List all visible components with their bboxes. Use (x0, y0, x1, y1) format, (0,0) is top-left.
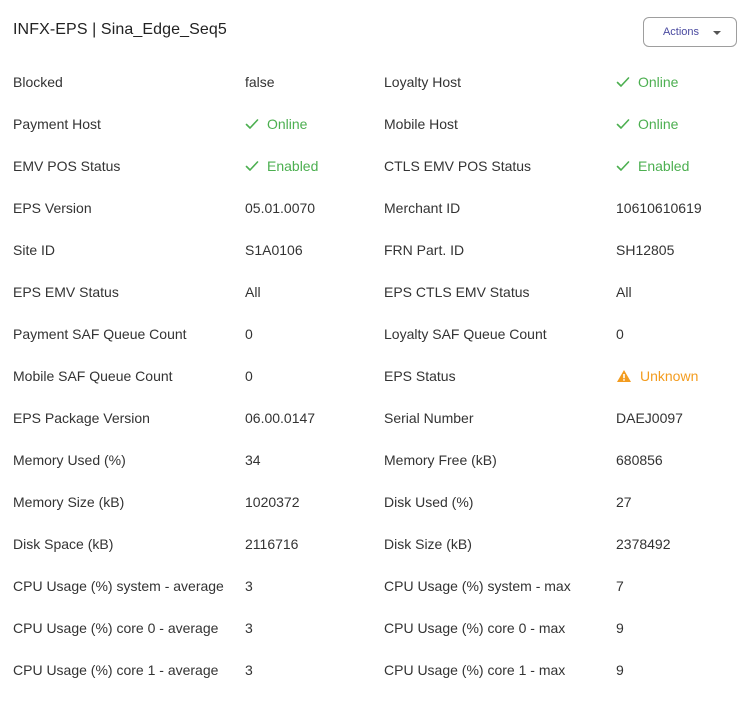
value-cpu-usage-core-0-max: 9 (616, 620, 624, 636)
label-cpu-usage-core-1-average: CPU Usage (%) core 1 - average (13, 662, 219, 678)
value-frn-part-id: SH12805 (616, 242, 675, 258)
value-ctls-emv-pos-status: Enabled (616, 145, 689, 187)
label-disk-size-kb: Disk Size (kB) (384, 536, 472, 552)
value-blocked: false (245, 74, 275, 90)
property-row: EPS Version 05.01.0070 Merchant ID 10610610… (0, 187, 750, 229)
check-icon (245, 119, 259, 129)
label-disk-space-kb: Disk Space (kB) (13, 536, 114, 552)
label-memory-free-kb: Memory Free (kB) (384, 452, 497, 468)
property-row: Payment Host Online Mobile Host Online (0, 103, 750, 145)
chevron-down-icon (713, 30, 722, 35)
label-blocked: Blocked (13, 74, 63, 90)
value-loyalty-host: Online (616, 61, 678, 103)
label-eps-version: EPS Version (13, 200, 92, 216)
label-cpu-usage-core-1-max: CPU Usage (%) core 1 - max (384, 662, 566, 678)
property-row: Memory Size (kB) 1020372 Disk Used (%) 27 (0, 481, 750, 523)
value-eps-emv-status: All (245, 284, 261, 300)
status-text: Enabled (267, 158, 319, 174)
label-ctls-emv-pos-status: CTLS EMV POS Status (384, 158, 532, 174)
label-cpu-usage-system-max: CPU Usage (%) system - max (384, 578, 571, 594)
property-row: EPS EMV Status All EPS CTLS EMV Status All (0, 271, 750, 313)
value-memory-size-kb: 1020372 (245, 494, 300, 510)
value-loyalty-saf-queue-count: 0 (616, 326, 624, 342)
property-row: Blocked false Loyalty Host Online (0, 61, 750, 103)
value-eps-version: 05.01.0070 (245, 200, 316, 216)
property-row: EMV POS Status Enabled CTLS EMV POS Status… (0, 145, 750, 187)
label-mobile-host: Mobile Host (384, 116, 458, 132)
status-ok: Online (245, 103, 307, 145)
check-icon (245, 161, 259, 171)
label-serial-number: Serial Number (384, 410, 474, 426)
value-cpu-usage-core-1-max: 9 (616, 662, 624, 678)
property-row: Mobile SAF Queue Count 0 EPS Status Unknown (0, 355, 750, 397)
property-row: CPU Usage (%) system - average 3 CPU Usage… (0, 565, 750, 607)
label-cpu-usage-system-average: CPU Usage (%) system - average (13, 578, 224, 594)
label-merchant-id: Merchant ID (384, 200, 461, 216)
value-cpu-usage-core-1-average: 3 (245, 662, 253, 678)
status-ok: Online (616, 103, 678, 145)
label-frn-part-id: FRN Part. ID (384, 242, 465, 258)
label-payment-host: Payment Host (13, 116, 101, 132)
property-row: Site ID S1A0106 FRN Part. ID SH12805 (0, 229, 750, 271)
status-text: Online (638, 116, 679, 132)
property-row: CPU Usage (%) core 0 - average 3 CPU Usage… (0, 607, 750, 649)
label-memory-used: Memory Used (%) (13, 452, 126, 468)
label-eps-status: EPS Status (384, 368, 456, 384)
warning-icon (617, 370, 631, 382)
value-cpu-usage-system-max: 7 (616, 578, 624, 594)
value-eps-package-version: 06.00.0147 (245, 410, 316, 426)
label-loyalty-host: Loyalty Host (384, 74, 462, 90)
status-warning: Unknown (616, 355, 698, 397)
value-site-id: S1A0106 (245, 242, 303, 258)
label-mobile-saf-queue-count: Mobile SAF Queue Count (13, 368, 173, 384)
property-row: Memory Used (%) 34 Memory Free (kB) 680856 (0, 439, 750, 481)
value-disk-space-kb: 2116716 (245, 536, 299, 552)
label-eps-ctls-emv-status: EPS CTLS EMV Status (384, 284, 530, 300)
value-payment-saf-queue-count: 0 (245, 326, 253, 342)
value-disk-used: 27 (616, 494, 632, 510)
detail-header: INFX-EPS | Sina_Edge_Seq5 Actions (0, 0, 750, 64)
properties-grid: Blocked false Loyalty Host Online Payment Ho… (0, 61, 750, 691)
status-ok: Enabled (616, 145, 689, 187)
value-cpu-usage-core-0-average: 3 (245, 620, 253, 636)
label-payment-saf-queue-count: Payment SAF Queue Count (13, 326, 187, 342)
property-row: Disk Space (kB) 2116716 Disk Size (kB) 2378… (0, 523, 750, 565)
check-icon (616, 119, 630, 129)
actions-button[interactable]: Actions (643, 17, 737, 47)
property-row: CPU Usage (%) core 1 - average 3 CPU Usage… (0, 649, 750, 691)
property-row: Payment SAF Queue Count 0 Loyalty SAF Queu… (0, 313, 750, 355)
value-memory-used: 34 (245, 452, 261, 468)
value-eps-ctls-emv-status: All (616, 284, 632, 300)
label-cpu-usage-core-0-average: CPU Usage (%) core 0 - average (13, 620, 219, 636)
actions-button-label: Actions (662, 26, 700, 38)
status-text: Online (267, 116, 308, 132)
value-mobile-host: Online (616, 103, 678, 145)
page-title: INFX-EPS | Sina_Edge_Seq5 (13, 21, 227, 38)
label-disk-used: Disk Used (%) (384, 494, 474, 510)
value-eps-status: Unknown (616, 355, 698, 397)
label-memory-size-kb: Memory Size (kB) (13, 494, 125, 510)
label-eps-emv-status: EPS EMV Status (13, 284, 119, 300)
label-eps-package-version: EPS Package Version (13, 410, 150, 426)
status-text: Enabled (638, 158, 690, 174)
value-emv-pos-status: Enabled (245, 145, 318, 187)
value-serial-number: DAEJ0097 (616, 410, 683, 426)
value-merchant-id: 10610610619 (616, 200, 702, 216)
status-ok: Online (616, 61, 678, 103)
status-ok: Enabled (245, 145, 318, 187)
check-icon (616, 77, 630, 87)
label-emv-pos-status: EMV POS Status (13, 158, 121, 174)
status-text: Online (638, 74, 679, 90)
label-cpu-usage-core-0-max: CPU Usage (%) core 0 - max (384, 620, 566, 636)
value-memory-free-kb: 680856 (616, 452, 663, 468)
property-row: EPS Package Version 06.00.0147 Serial Numb… (0, 397, 750, 439)
check-icon (616, 161, 630, 171)
value-payment-host: Online (245, 103, 307, 145)
status-text: Unknown (640, 368, 699, 384)
label-loyalty-saf-queue-count: Loyalty SAF Queue Count (384, 326, 547, 342)
value-disk-size-kb: 2378492 (616, 536, 671, 552)
value-cpu-usage-system-average: 3 (245, 578, 253, 594)
value-mobile-saf-queue-count: 0 (245, 368, 253, 384)
label-site-id: Site ID (13, 242, 56, 258)
